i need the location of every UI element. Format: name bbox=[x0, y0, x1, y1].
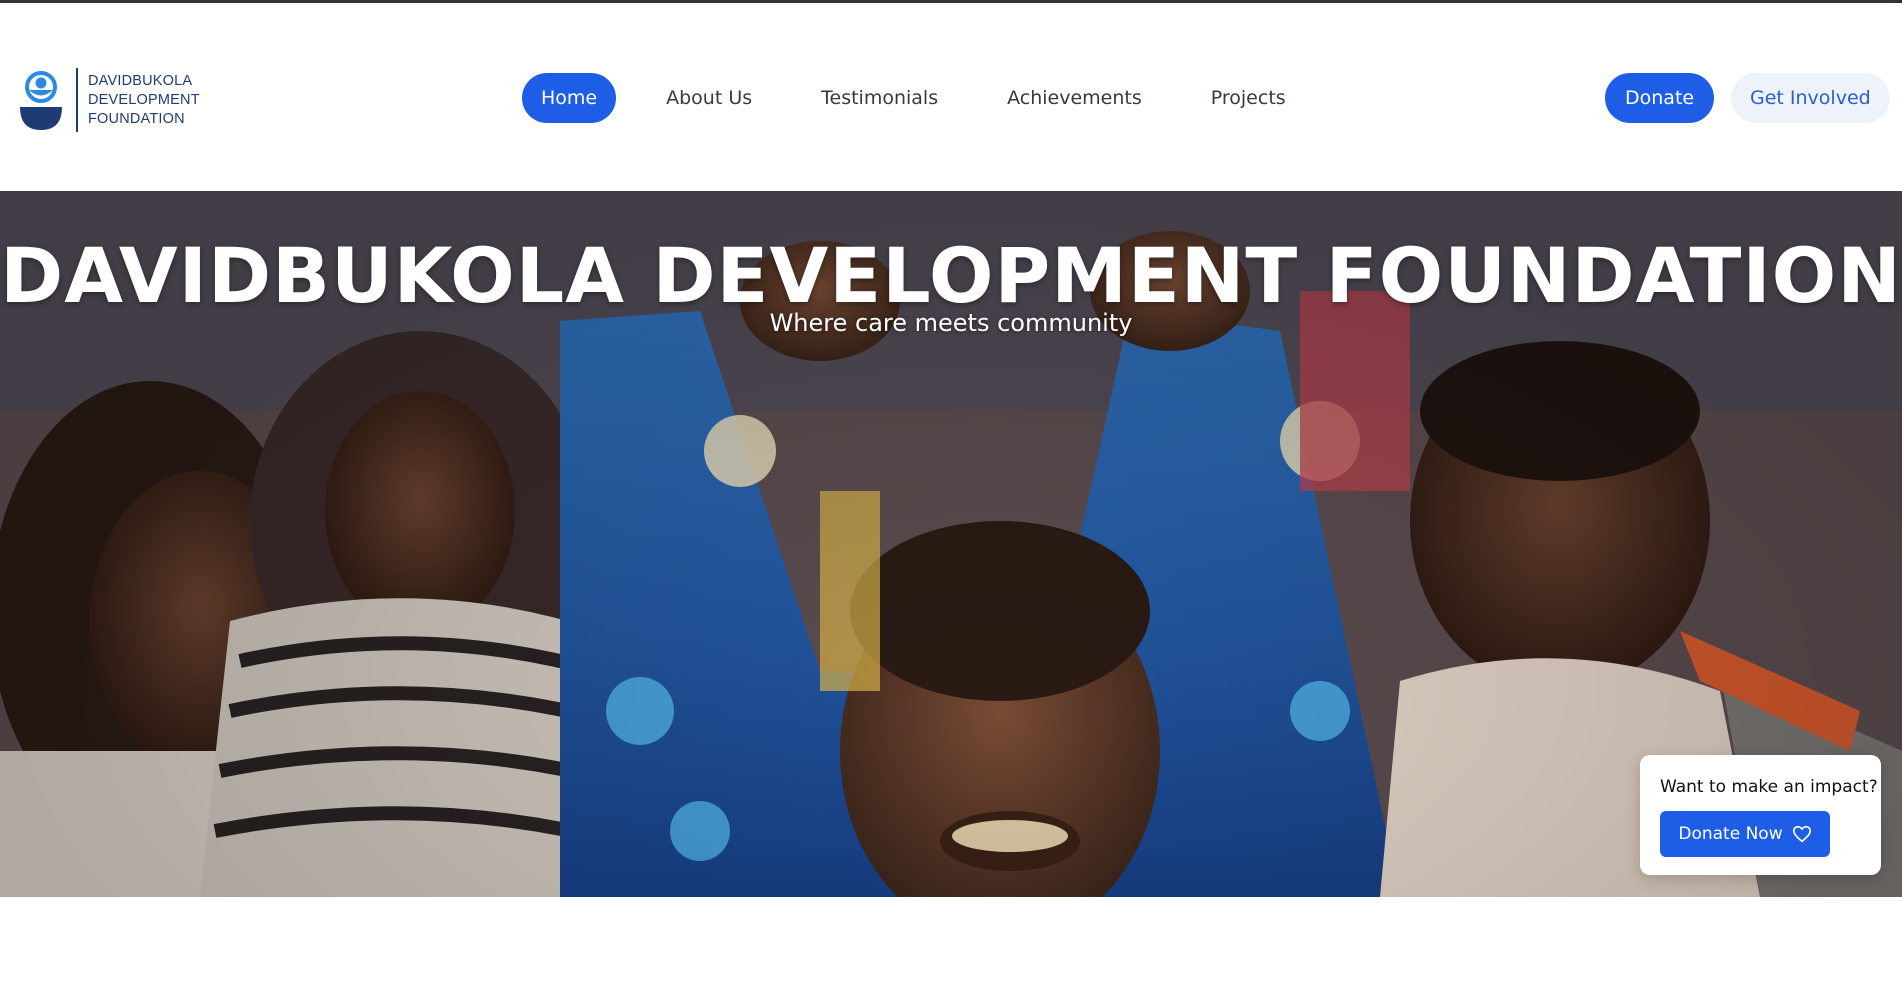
hero-title: DAVIDBUKOLA DEVELOPMENT FOUNDATION bbox=[0, 231, 1902, 320]
impact-question: Want to make an impact? bbox=[1660, 777, 1878, 797]
site-header: DAVIDBUKOLA DEVELOPMENT FOUNDATION Home … bbox=[0, 3, 1902, 191]
foundation-logo-icon bbox=[18, 68, 64, 132]
nav-achievements[interactable]: Achievements bbox=[988, 73, 1161, 123]
logo-divider bbox=[76, 68, 78, 132]
hero-banner: DAVIDBUKOLA DEVELOPMENT FOUNDATION Where… bbox=[0, 191, 1902, 897]
impact-card: Want to make an impact? Donate Now bbox=[1640, 755, 1881, 875]
donate-now-label: Donate Now bbox=[1678, 824, 1783, 844]
donate-button[interactable]: Donate bbox=[1605, 73, 1715, 123]
get-involved-button[interactable]: Get Involved bbox=[1731, 73, 1890, 123]
main-navigation: Home About Us Testimonials Achievements … bbox=[522, 73, 1336, 123]
brand-name-line-3: FOUNDATION bbox=[88, 110, 185, 127]
donate-now-button[interactable]: Donate Now bbox=[1660, 811, 1830, 857]
brand-name: DAVIDBUKOLA DEVELOPMENT FOUNDATION bbox=[88, 72, 200, 129]
hero-subtitle: Where care meets community bbox=[769, 309, 1133, 337]
brand-name-line-1: DAVIDBUKOLA bbox=[88, 72, 193, 89]
nav-home[interactable]: Home bbox=[522, 73, 617, 123]
nav-about-us[interactable]: About Us bbox=[647, 73, 771, 123]
brand-logo[interactable]: DAVIDBUKOLA DEVELOPMENT FOUNDATION bbox=[18, 68, 200, 132]
brand-name-line-2: DEVELOPMENT bbox=[88, 91, 200, 108]
nav-projects[interactable]: Projects bbox=[1192, 73, 1305, 123]
heart-icon bbox=[1792, 825, 1811, 843]
nav-testimonials[interactable]: Testimonials bbox=[802, 73, 957, 123]
